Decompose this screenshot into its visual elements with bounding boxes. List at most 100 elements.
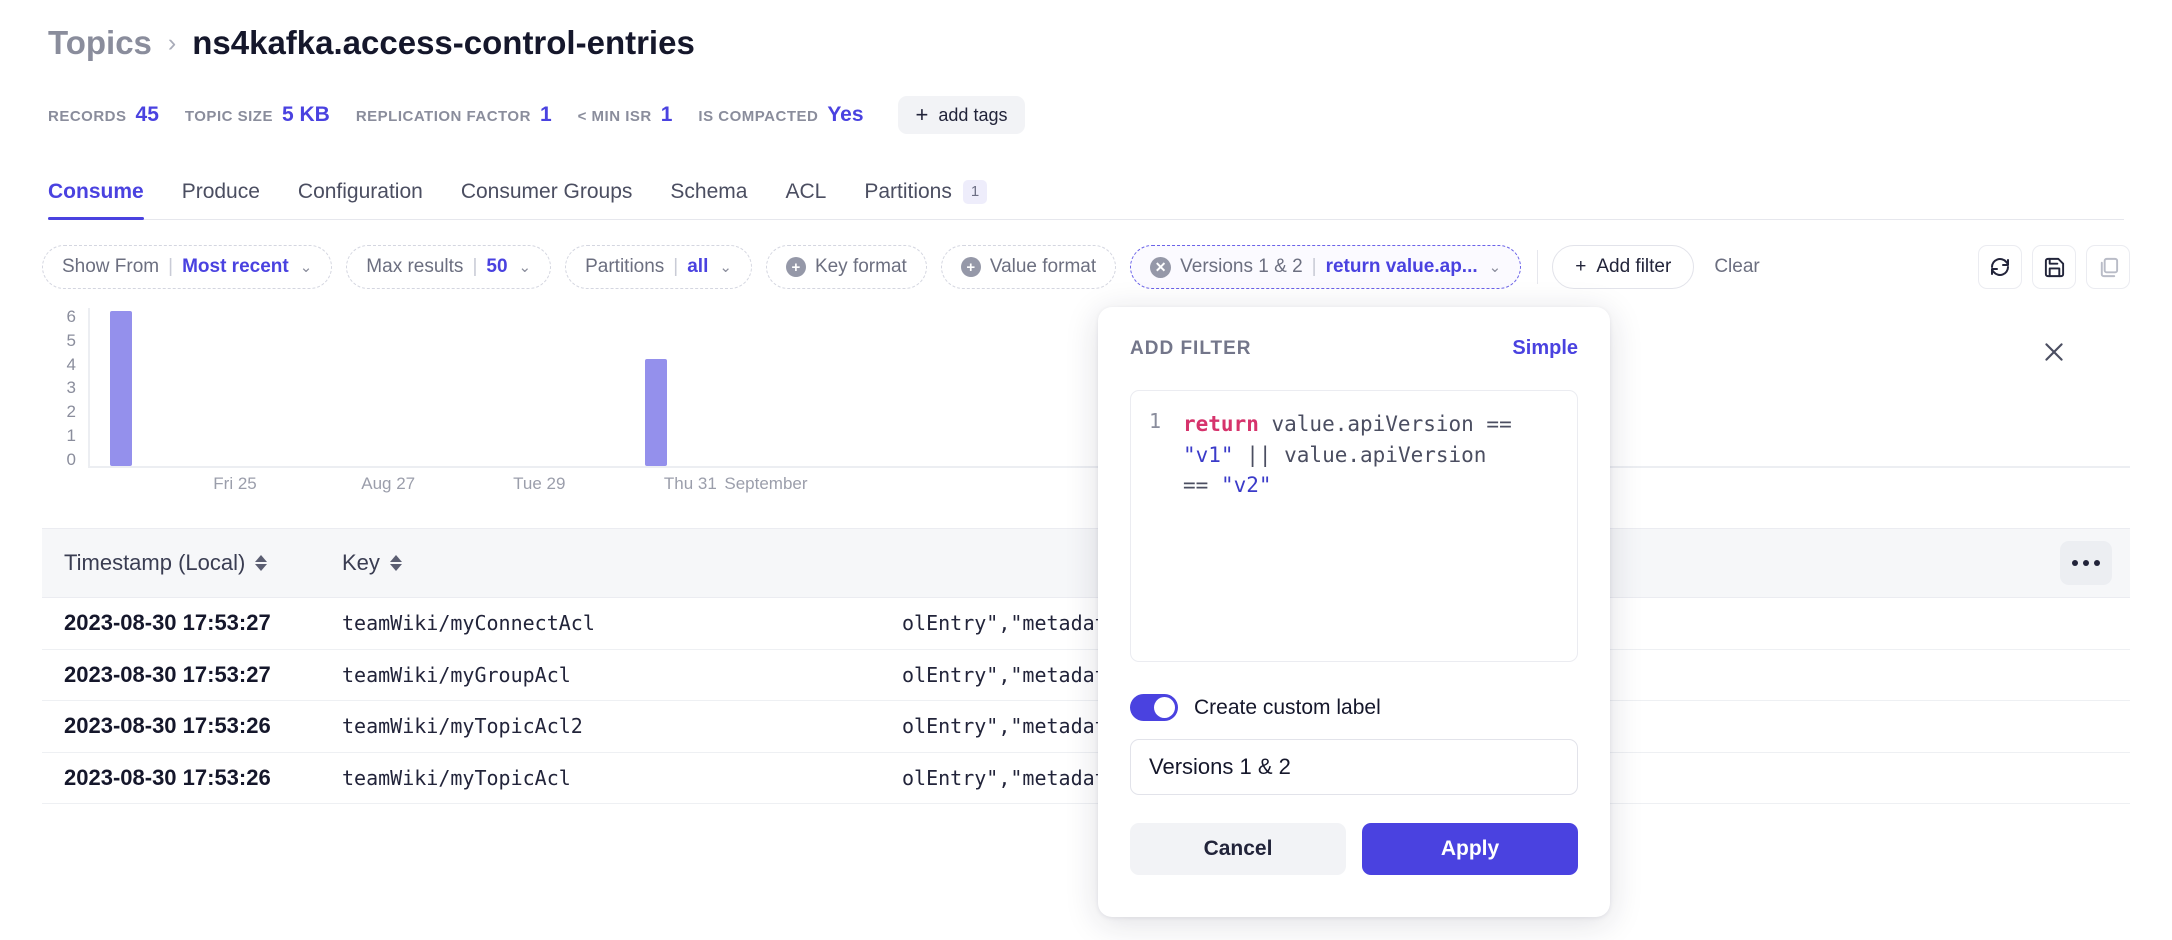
add-filter-popup: ADD FILTER Simple 1 return value.apiVers… xyxy=(1098,307,1610,917)
filter-code-editor[interactable]: 1 return value.apiVersion == "v1" || val… xyxy=(1130,390,1578,662)
refresh-icon[interactable] xyxy=(1978,245,2022,289)
meta-is-compacted-label: IS COMPACTED xyxy=(698,108,819,125)
apply-button[interactable]: Apply xyxy=(1362,823,1578,875)
popup-actions: Cancel Apply xyxy=(1130,823,1578,875)
custom-label-toggle-row: Create custom label xyxy=(1130,694,1578,721)
table-header-row: Timestamp (Local) Key xyxy=(42,528,2130,598)
column-header-timestamp[interactable]: Timestamp (Local) xyxy=(42,550,342,576)
cell-timestamp: 2023-08-30 17:53:26 xyxy=(64,713,271,739)
x-tick: Aug 27 xyxy=(361,474,416,493)
cell-timestamp: 2023-08-30 17:53:27 xyxy=(64,661,271,687)
popup-mode-toggle-link[interactable]: Simple xyxy=(1512,337,1578,360)
folder-icon[interactable] xyxy=(2086,245,2130,289)
clear-filters-button[interactable]: Clear xyxy=(1714,256,1759,278)
tab-partitions-label: Partitions xyxy=(864,180,952,203)
meta-min-isr: < MIN ISR 1 xyxy=(578,103,673,127)
value-format-button[interactable]: + Value format xyxy=(940,245,1117,289)
plus-circle-icon: + xyxy=(960,257,981,277)
topic-meta-row: RECORDS 45 TOPIC SIZE 5 KB REPLICATION F… xyxy=(48,96,1026,134)
code-token: "v2" xyxy=(1220,473,1272,498)
meta-records-value: 45 xyxy=(135,103,159,126)
tab-configuration-label: Configuration xyxy=(297,180,423,203)
table-more-options-button[interactable] xyxy=(2060,541,2112,585)
save-icon[interactable] xyxy=(2032,245,2076,289)
show-from-select[interactable]: Show From | Most recent ⌄ xyxy=(42,245,333,289)
x-tick: Tue 29 xyxy=(513,474,566,493)
plus-icon: + xyxy=(1575,256,1587,277)
meta-topic-size: TOPIC SIZE 5 KB xyxy=(185,103,330,127)
key-format-button[interactable]: + Key format xyxy=(765,245,927,289)
table-row[interactable]: 2023-08-30 17:53:27teamWiki/myGroupAclol… xyxy=(42,650,2130,701)
add-tags-button[interactable]: + add tags xyxy=(897,96,1026,134)
tab-consumer-groups-label: Consumer Groups xyxy=(460,180,633,203)
code-content: return value.apiVersion == "v1" || value… xyxy=(1183,409,1513,501)
pill-divider: | xyxy=(1311,256,1317,277)
plus-circle-icon: + xyxy=(785,257,806,277)
close-icon[interactable] xyxy=(2038,336,2070,368)
cell-key: teamWiki/myTopicAcl2 xyxy=(342,714,583,739)
topic-detail-page: Topics › ns4kafka.access-control-entries… xyxy=(0,0,2172,940)
popup-header: ADD FILTER Simple xyxy=(1130,337,1578,360)
y-tick: 2 xyxy=(66,402,76,422)
create-custom-label-toggle[interactable] xyxy=(1130,694,1178,721)
tab-partitions[interactable]: Partitions 1 xyxy=(864,180,988,219)
meta-records: RECORDS 45 xyxy=(48,103,159,127)
records-table: Timestamp (Local) Key 2023-08-30 17:53:2… xyxy=(42,528,2130,804)
tab-configuration[interactable]: Configuration xyxy=(298,180,423,219)
breadcrumb: Topics › ns4kafka.access-control-entries xyxy=(48,24,695,62)
column-header-key[interactable]: Key xyxy=(342,550,902,576)
cancel-button[interactable]: Cancel xyxy=(1130,823,1346,875)
tab-consume-label: Consume xyxy=(48,180,144,203)
x-tick: Thu 31 xyxy=(663,474,717,493)
y-tick: 1 xyxy=(66,426,76,446)
tab-produce[interactable]: Produce xyxy=(182,180,260,219)
max-results-select[interactable]: Max results | 50 ⌄ xyxy=(346,245,552,289)
y-tick: 0 xyxy=(66,449,76,469)
remove-filter-icon[interactable]: ✕ xyxy=(1150,256,1172,278)
meta-replication-factor-label: REPLICATION FACTOR xyxy=(355,108,531,125)
tab-schema[interactable]: Schema xyxy=(670,180,747,219)
tab-partitions-badge: 1 xyxy=(962,180,988,204)
page-title: ns4kafka.access-control-entries xyxy=(192,24,695,61)
pill-divider: | xyxy=(168,256,174,277)
x-tick: September xyxy=(724,474,808,493)
tab-produce-label: Produce xyxy=(181,180,260,203)
table-body: 2023-08-30 17:53:27 teamWiki/myConnectAcl… xyxy=(42,598,2130,804)
sort-icon[interactable] xyxy=(255,555,268,571)
chevron-down-icon: ⌄ xyxy=(1488,259,1502,276)
sort-icon[interactable] xyxy=(389,555,402,571)
code-line-number: 1 xyxy=(1148,409,1161,433)
partitions-select[interactable]: Partitions | all ⌄ xyxy=(565,245,752,289)
meta-replication-factor: REPLICATION FACTOR 1 xyxy=(356,103,552,127)
toolbar-divider xyxy=(1537,250,1539,284)
topic-tabs: Consume Produce Configuration Consumer G… xyxy=(48,168,2124,220)
x-tick: Fri 25 xyxy=(213,474,257,493)
column-header-timestamp-label: Timestamp (Local) xyxy=(64,550,246,575)
show-from-value: Most recent xyxy=(182,256,289,277)
key-format-label: Key format xyxy=(814,256,907,277)
tab-consumer-groups[interactable]: Consumer Groups xyxy=(461,180,633,219)
show-from-label: Show From xyxy=(62,256,160,277)
tab-consume[interactable]: Consume xyxy=(48,180,144,220)
partitions-value: all xyxy=(687,256,709,277)
max-results-value: 50 xyxy=(486,256,508,277)
y-tick: 6 xyxy=(66,307,76,326)
add-filter-button[interactable]: + Add filter xyxy=(1552,245,1695,289)
tab-schema-label: Schema xyxy=(670,180,748,203)
breadcrumb-topics-link[interactable]: Topics xyxy=(48,24,152,62)
table-row[interactable]: 2023-08-30 17:53:26teamWiki/myTopicAclol… xyxy=(42,753,2130,804)
add-filter-label: Add filter xyxy=(1596,256,1672,277)
active-filter-label: Versions 1 & 2 xyxy=(1180,256,1303,277)
tab-acl[interactable]: ACL xyxy=(785,180,826,219)
table-row[interactable]: 2023-08-30 17:53:27 teamWiki/myConnectAcl… xyxy=(42,598,2130,650)
consume-filter-toolbar: Show From | Most recent ⌄ Max results | … xyxy=(42,243,2130,291)
cell-key: teamWiki/myConnectAcl xyxy=(342,611,595,636)
max-results-label: Max results xyxy=(366,256,464,277)
plus-icon: + xyxy=(915,102,929,127)
custom-label-input[interactable] xyxy=(1130,739,1578,795)
create-custom-label-text: Create custom label xyxy=(1194,695,1381,719)
breadcrumb-separator-icon: › xyxy=(167,28,177,57)
active-filter-pill[interactable]: ✕ Versions 1 & 2 | return value.ap... ⌄ xyxy=(1130,245,1522,289)
table-row[interactable]: 2023-08-30 17:53:26teamWiki/myTopicAcl2o… xyxy=(42,701,2130,753)
code-token: value.apiVersion == xyxy=(1258,412,1525,436)
